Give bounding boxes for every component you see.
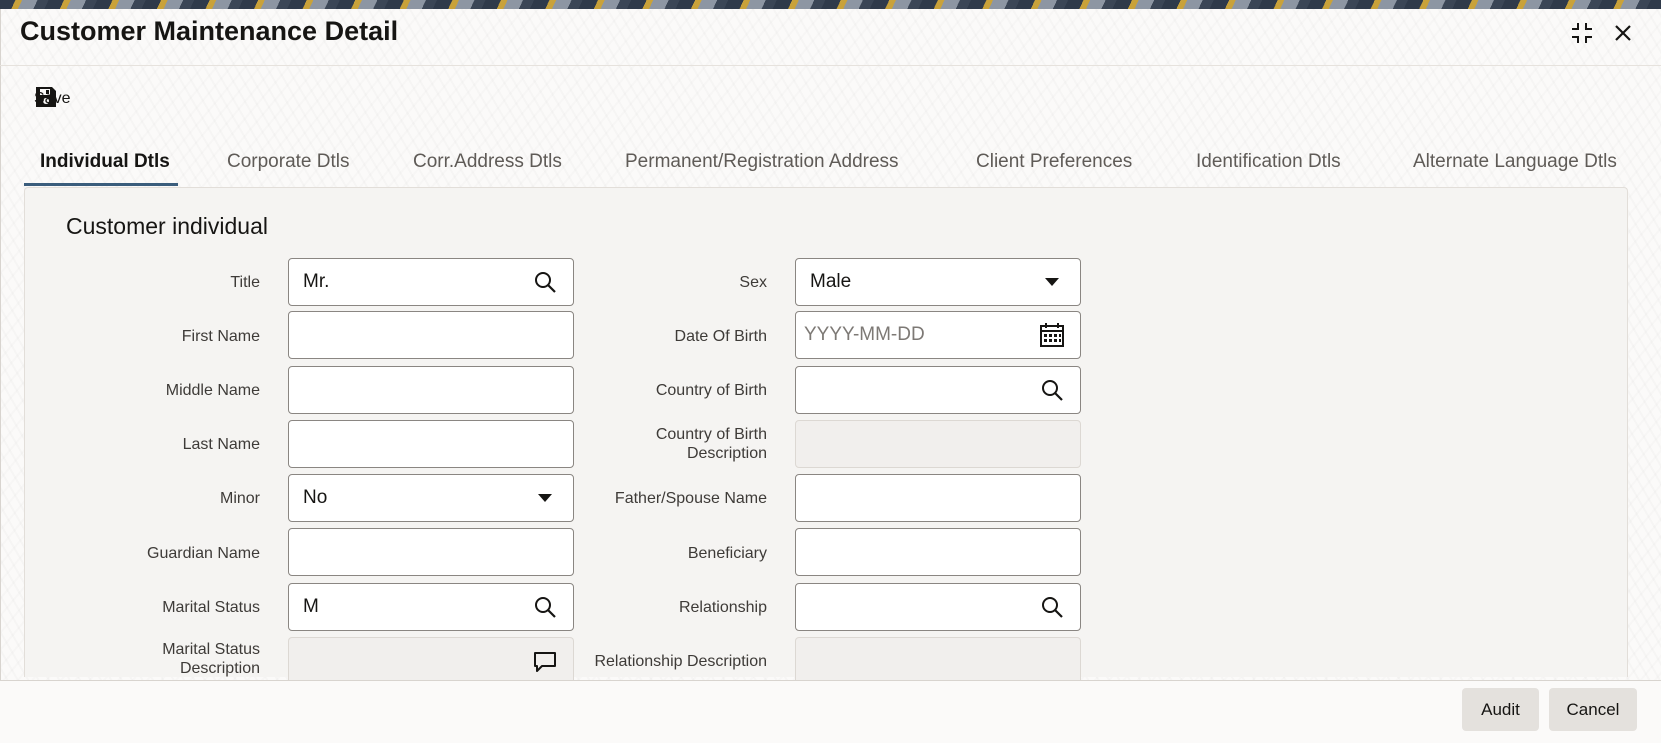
minor-select[interactable]: No	[288, 474, 574, 522]
tab-identification-dtls[interactable]: Identification Dtls	[1196, 140, 1341, 186]
section-title: Customer individual	[66, 213, 268, 239]
marital-status-desc-label-line1: Marital Status	[162, 641, 260, 658]
tab-corporate-dtls[interactable]: Corporate Dtls	[227, 140, 350, 186]
caret-down-icon	[1038, 268, 1066, 296]
marital-status-label: Marital Status	[162, 599, 260, 616]
guardian-name-label: Guardian Name	[147, 545, 260, 562]
title-label: Title	[230, 274, 260, 291]
minor-label: Minor	[219, 490, 260, 507]
top-banner-strip	[0, 0, 1661, 9]
caret-down-icon	[531, 484, 559, 512]
window-title: Customer Maintenance Detail	[20, 16, 399, 46]
tab-alternate-language-dtls[interactable]: Alternate Language Dtls	[1413, 140, 1617, 186]
country-of-birth-desc-field	[795, 420, 1081, 468]
middle-name-field[interactable]	[288, 366, 574, 414]
restore-icon[interactable]	[1567, 18, 1597, 48]
relationship-field[interactable]	[795, 583, 1081, 631]
last-name-field[interactable]	[288, 420, 574, 468]
save-button[interactable]: Save	[34, 84, 70, 114]
relationship-desc-field	[795, 637, 1081, 680]
middle-name-label: Middle Name	[165, 382, 260, 399]
marital-status-field[interactable]: M	[288, 583, 574, 631]
father-spouse-name-label: Father/Spouse Name	[614, 490, 767, 507]
sex-label: Sex	[739, 274, 767, 291]
search-icon[interactable]	[531, 268, 559, 296]
header-divider	[0, 65, 1661, 66]
search-icon[interactable]	[531, 593, 559, 621]
dob-placeholder: YYYY-MM-DD	[804, 324, 925, 345]
country-of-birth-label: Country of Birth	[655, 382, 767, 399]
marital-status-value: M	[303, 596, 319, 617]
cancel-button[interactable]: Cancel	[1549, 688, 1637, 731]
country-of-birth-field[interactable]	[795, 366, 1081, 414]
first-name-field[interactable]	[288, 311, 574, 359]
audit-button[interactable]: Audit	[1462, 688, 1539, 731]
relationship-label: Relationship	[678, 599, 767, 616]
marital-status-desc-label-line2: Description	[179, 660, 260, 677]
tab-permanent-registration-address[interactable]: Permanent/Registration Address	[625, 140, 899, 186]
beneficiary-field[interactable]	[795, 528, 1081, 576]
search-icon[interactable]	[1038, 376, 1066, 404]
save-label: Save	[34, 90, 71, 107]
relationship-desc-label: Relationship Description	[594, 653, 767, 670]
search-icon[interactable]	[1038, 593, 1066, 621]
marital-status-desc-field	[288, 637, 574, 680]
dob-label: Date Of Birth	[674, 328, 767, 345]
tab-client-preferences[interactable]: Client Preferences	[976, 140, 1132, 186]
close-icon[interactable]	[1608, 18, 1638, 48]
comment-icon[interactable]	[531, 648, 559, 676]
father-spouse-name-field[interactable]	[795, 474, 1081, 522]
calendar-icon[interactable]	[1038, 321, 1066, 349]
first-name-label: First Name	[181, 328, 260, 345]
dob-field[interactable]: YYYY-MM-DD	[795, 311, 1081, 359]
tab-individual-dtls[interactable]: Individual Dtls	[24, 140, 178, 186]
guardian-name-field[interactable]	[288, 528, 574, 576]
tab-corr-address-dtls[interactable]: Corr.Address Dtls	[413, 140, 562, 186]
minor-value: No	[303, 487, 328, 508]
country-of-birth-desc-label: Country of Birth Description	[560, 425, 767, 463]
last-name-label: Last Name	[182, 436, 260, 453]
country-of-birth-desc-label-line2: Description	[686, 445, 767, 462]
sex-select[interactable]: Male	[795, 258, 1081, 306]
title-value: Mr.	[303, 271, 330, 292]
title-field[interactable]: Mr.	[288, 258, 574, 306]
sex-value: Male	[810, 271, 852, 292]
footer-bar	[0, 681, 1661, 743]
marital-status-desc-label: Marital Status Description	[60, 640, 260, 678]
beneficiary-label: Beneficiary	[687, 545, 767, 562]
country-of-birth-desc-label-line1: Country of Birth	[655, 426, 767, 443]
